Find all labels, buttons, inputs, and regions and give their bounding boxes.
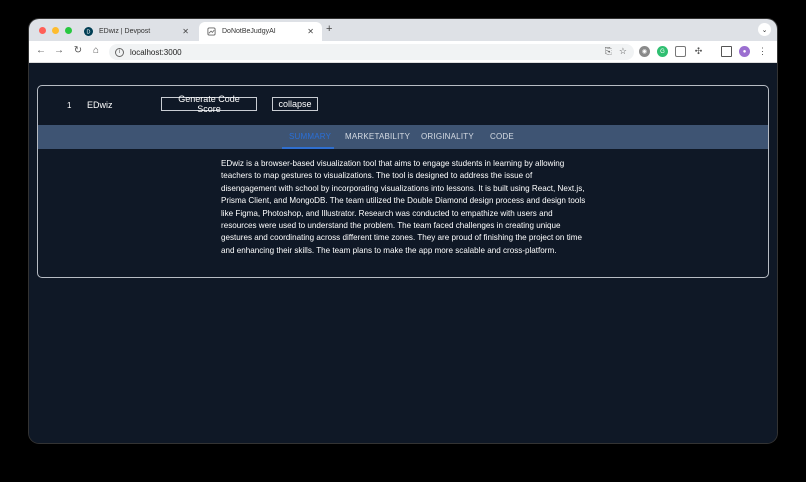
browser-tab-donotbejudgyai[interactable]: DoNotBeJudgyAI ✕ xyxy=(199,22,322,41)
svg-text:D: D xyxy=(87,30,91,36)
browser-toolbar: ← → ↻ ⌂ i localhost:3000 ⎘ ☆ ◉ G ✣ ● ⋮ xyxy=(29,41,777,63)
address-bar[interactable]: i localhost:3000 ⎘ ☆ xyxy=(109,44,634,60)
tab-title: DoNotBeJudgyAI xyxy=(222,28,276,35)
app-page: 1 EDwiz Generate Code Score collapse SUM… xyxy=(29,64,777,443)
close-window-button[interactable] xyxy=(39,27,46,34)
forward-icon[interactable]: → xyxy=(52,45,66,56)
grammar-extension-icon[interactable]: G xyxy=(657,46,668,57)
install-app-icon[interactable]: ⎘ xyxy=(605,46,612,57)
project-row: 1 EDwiz Generate Code Score collapse xyxy=(38,86,768,125)
url-text: localhost:3000 xyxy=(130,47,182,57)
close-tab-icon[interactable]: ✕ xyxy=(307,27,314,36)
project-name: EDwiz xyxy=(87,100,113,110)
project-tabs: SUMMARY MARKETABILITY ORIGINALITY CODE xyxy=(38,125,768,149)
back-icon[interactable]: ← xyxy=(34,45,48,56)
reload-icon[interactable]: ↻ xyxy=(71,45,85,56)
minimize-window-button[interactable] xyxy=(52,27,59,34)
generate-code-score-button[interactable]: Generate Code Score xyxy=(161,94,257,114)
tab-title: EDwiz | Devpost xyxy=(99,28,151,35)
project-rank: 1 xyxy=(67,101,72,110)
close-tab-icon[interactable]: ✕ xyxy=(182,27,189,36)
collapse-button[interactable]: collapse xyxy=(272,97,318,111)
project-summary: EDwiz is a browser-based visualization t… xyxy=(221,159,586,255)
selected-tab-indicator xyxy=(282,147,334,149)
site-info-icon[interactable]: i xyxy=(115,47,124,57)
new-tab-button[interactable]: + xyxy=(326,23,332,35)
tab-originality[interactable]: ORIGINALITY xyxy=(421,132,474,141)
tab-code[interactable]: CODE xyxy=(490,132,514,141)
maximize-window-button[interactable] xyxy=(65,27,72,34)
extensions-puzzle-icon[interactable]: ✣ xyxy=(693,46,704,57)
browser-menu-icon[interactable]: ⋮ xyxy=(757,46,768,57)
tab-strip: D EDwiz | Devpost ✕ DoNotBeJudgyAI ✕ + ⌄ xyxy=(29,19,777,41)
browser-window: D EDwiz | Devpost ✕ DoNotBeJudgyAI ✕ + ⌄… xyxy=(29,19,777,443)
browser-tab-devpost[interactable]: D EDwiz | Devpost ✕ xyxy=(76,22,197,41)
profile-avatar[interactable]: ● xyxy=(739,46,750,57)
tab-summary[interactable]: SUMMARY xyxy=(289,132,331,141)
devpost-icon: D xyxy=(84,27,93,36)
bookmark-star-icon[interactable]: ☆ xyxy=(619,46,627,57)
home-icon[interactable]: ⌂ xyxy=(89,45,103,56)
picture-in-picture-icon[interactable] xyxy=(675,46,686,57)
extension-icon[interactable]: ◉ xyxy=(639,46,650,57)
project-card: 1 EDwiz Generate Code Score collapse SUM… xyxy=(37,85,769,278)
side-panel-icon[interactable] xyxy=(721,46,732,57)
tab-marketability[interactable]: MARKETABILITY xyxy=(345,132,410,141)
page-icon xyxy=(207,27,216,36)
tab-search-icon[interactable]: ⌄ xyxy=(758,23,771,36)
window-controls xyxy=(39,27,72,34)
